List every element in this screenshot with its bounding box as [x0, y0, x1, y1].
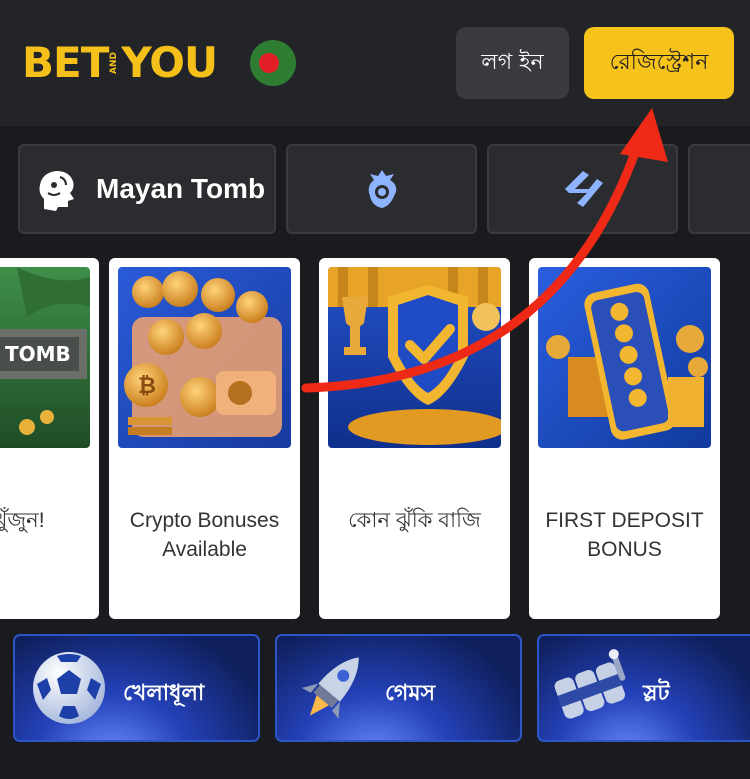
- svg-text:₿: ₿: [138, 374, 156, 399]
- category-laliga[interactable]: [487, 144, 678, 234]
- logo-bet-text: BET: [22, 38, 109, 87]
- premier-league-icon: [368, 170, 396, 208]
- rocket-icon: [301, 657, 359, 719]
- promo-caption: পদ খুঁজুন!: [0, 509, 45, 532]
- shield-trophy-image: [328, 267, 501, 448]
- nav-slots[interactable]: স্লট: [537, 634, 750, 742]
- mayan-tomb-icon: [39, 171, 74, 211]
- nav-games[interactable]: গেমস: [275, 634, 522, 742]
- promo-caption: কোন ঝুঁকি বাজি: [348, 509, 481, 532]
- nav-label: খেলাধূলা: [123, 681, 205, 706]
- nav-label: স্লট: [643, 681, 670, 706]
- mayan-tomb-promo-image: TOMB: [0, 267, 90, 448]
- promo-card[interactable]: কোন ঝুঁকি বাজি: [319, 258, 510, 619]
- page: BET AND YOU লগ ইন রেজিস্ট্রেশন Mayan Tom…: [0, 0, 750, 779]
- category-more[interactable]: [688, 144, 750, 234]
- promo-caption: FIRST DEPOSIT BONUS: [545, 509, 704, 561]
- laliga-icon: [564, 171, 603, 207]
- phone-coins-image: [538, 267, 711, 448]
- register-button[interactable]: রেজিস্ট্রেশন: [584, 27, 734, 99]
- svg-text:TOMB: TOMB: [5, 342, 71, 366]
- bangladesh-flag-icon[interactable]: [250, 40, 296, 86]
- soccer-ball-icon: [33, 652, 105, 724]
- betandyou-logo[interactable]: BET AND YOU: [22, 38, 218, 87]
- promo-card[interactable]: FIRST DEPOSIT BONUS: [529, 258, 720, 619]
- nav-label: গেমস: [385, 681, 436, 706]
- promo-carousel: TOMB পদ খুঁজুন!: [0, 258, 750, 620]
- nav-sports[interactable]: খেলাধূলা: [13, 634, 260, 742]
- logo-and-text: AND: [109, 52, 120, 74]
- logo-you-text: YOU: [121, 38, 218, 87]
- category-strip: Mayan Tomb: [0, 126, 750, 248]
- promo-caption: Crypto Bonuses Available: [129, 509, 280, 561]
- category-mayan-tomb[interactable]: Mayan Tomb: [18, 144, 276, 234]
- login-button[interactable]: লগ ইন: [456, 27, 569, 99]
- slot-reels-icon: [554, 649, 626, 719]
- promo-card[interactable]: ₿ Crypto Bonuses Available: [109, 258, 300, 619]
- crypto-wallet-coins-image: ₿: [118, 267, 291, 448]
- promo-card[interactable]: TOMB পদ খুঁজুন!: [0, 258, 99, 619]
- bottom-nav: খেলাধূলা গেমস স্লট: [0, 620, 750, 779]
- category-label: Mayan Tomb: [96, 173, 266, 204]
- category-premier-league[interactable]: [286, 144, 477, 234]
- header: BET AND YOU লগ ইন রেজিস্ট্রেশন: [0, 0, 750, 126]
